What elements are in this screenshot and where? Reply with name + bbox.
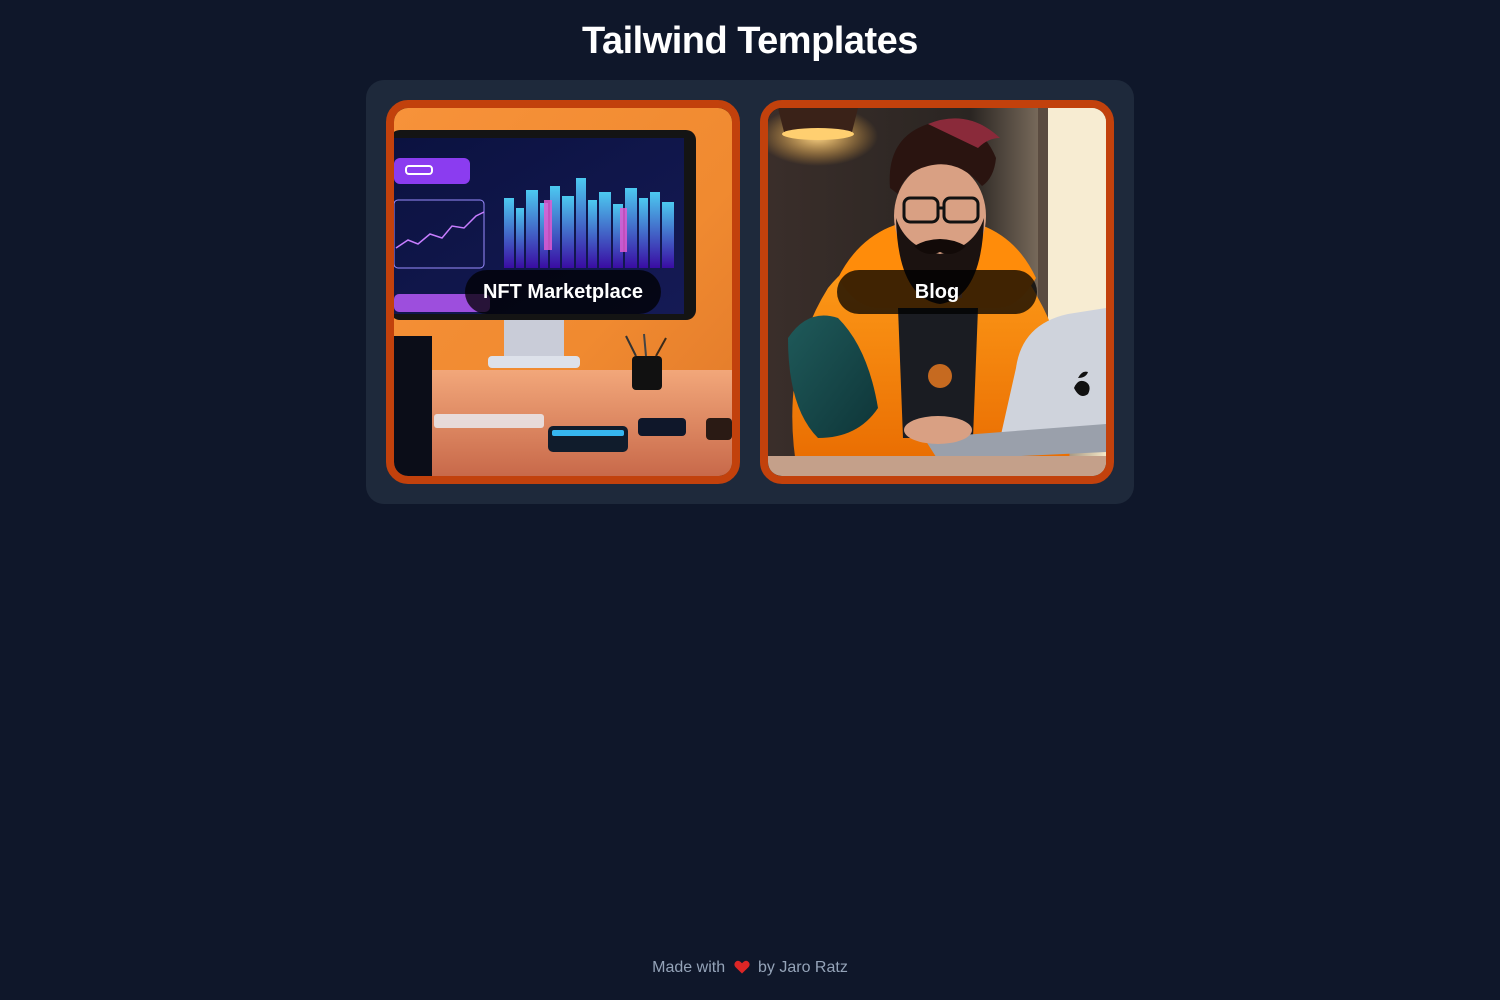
heart-icon (733, 960, 750, 974)
template-card-nft-marketplace[interactable]: NFT Marketplace (386, 100, 740, 484)
page-title: Tailwind Templates (582, 20, 918, 62)
templates-panel: NFT Marketplace Blog (366, 80, 1134, 504)
template-card-label: NFT Marketplace (464, 270, 662, 314)
template-card-blog[interactable]: Blog (760, 100, 1114, 484)
footer-prefix: Made with (652, 959, 726, 976)
footer-credit: by Jaro Ratz (758, 959, 848, 976)
page: Tailwind Templates NFT Marketplace Blog … (0, 0, 1500, 1000)
footer: Made with by Jaro Ratz (0, 958, 1500, 978)
template-card-label: Blog (837, 270, 1037, 314)
